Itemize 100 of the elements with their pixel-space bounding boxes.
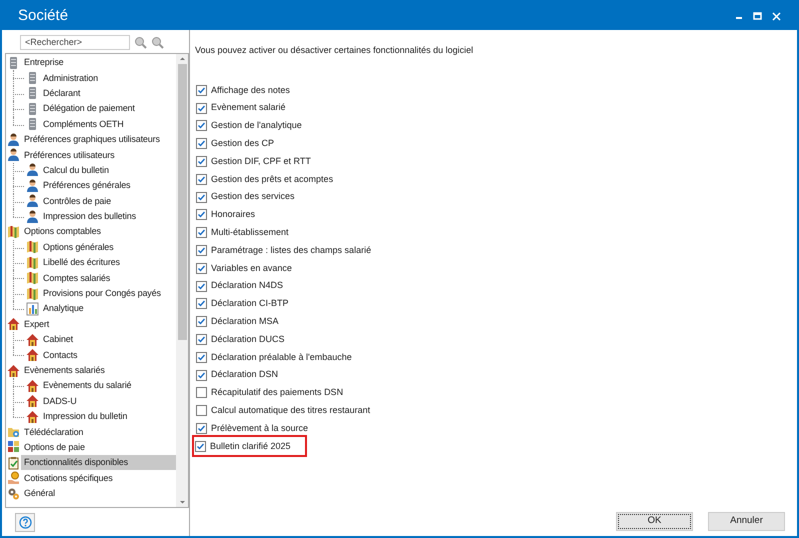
user-icon	[26, 163, 39, 178]
server-icon	[26, 117, 39, 132]
ok-button[interactable]: OK	[616, 512, 693, 530]
server-icon	[7, 56, 20, 70]
checkbox[interactable]	[196, 156, 207, 168]
feature-label: Déclaration N4DS	[211, 279, 284, 292]
tree-item[interactable]: Cabinet	[40, 332, 176, 348]
tree-item[interactable]: Expert	[21, 316, 176, 332]
tree-item[interactable]: Général	[21, 486, 176, 502]
checkbox[interactable]	[196, 192, 207, 203]
tree-item[interactable]: Préférences générales	[40, 178, 176, 194]
tree-item[interactable]: Libellé des écritures	[40, 255, 176, 270]
server-icon	[26, 86, 39, 100]
house-icon	[7, 317, 20, 332]
house-icon	[26, 394, 39, 408]
tree-item[interactable]: Impression des bulletins	[40, 209, 176, 224]
checkbox[interactable]	[196, 298, 207, 310]
checkbox[interactable]	[196, 209, 207, 220]
search-icon[interactable]	[151, 36, 164, 48]
tree-item[interactable]: Déclarant	[40, 86, 176, 101]
tree-item[interactable]: Entreprise	[21, 55, 176, 70]
feature-label: Paramétrage : listes des champs salarié	[211, 244, 372, 257]
checkbox[interactable]	[196, 334, 207, 346]
house-icon	[26, 378, 39, 393]
map-icon	[26, 271, 39, 286]
tree-item[interactable]: Contrôles de paie	[40, 194, 176, 209]
tree-item[interactable]: Options de paie	[21, 440, 176, 455]
checkbox[interactable]	[196, 280, 207, 292]
help-button[interactable]	[15, 512, 35, 532]
scrollbar[interactable]	[176, 54, 188, 507]
tree-item[interactable]: Compléments OETH	[40, 116, 176, 132]
checkbox[interactable]	[196, 227, 207, 238]
checkbox[interactable]	[196, 84, 207, 96]
tree-item[interactable]: Options générales	[40, 240, 176, 255]
server-icon	[26, 71, 39, 86]
checkbox[interactable]	[196, 120, 207, 132]
close-icon[interactable]	[772, 12, 781, 20]
checkbox[interactable]	[196, 370, 207, 381]
window-title: Société	[18, 6, 68, 26]
checkbox[interactable]	[196, 405, 207, 416]
cancel-button[interactable]: Annuler	[708, 512, 785, 530]
feature-label: Déclaration préalable à l'embauche	[211, 350, 352, 364]
checkbox[interactable]	[196, 262, 207, 274]
map-icon	[26, 286, 39, 301]
tree-item[interactable]: DADS-U	[40, 394, 176, 409]
user-icon	[26, 210, 39, 224]
feature-label: Affichage des notes	[211, 84, 290, 97]
tree-item[interactable]: Impression du bulletin	[40, 409, 176, 424]
maximize-icon[interactable]	[753, 12, 762, 20]
tree-item[interactable]: Analytique	[40, 301, 176, 316]
clipboard-check-icon	[7, 456, 20, 470]
feature-label: Bulletin clarifié 2025	[210, 440, 291, 453]
checkbox[interactable]	[195, 440, 206, 452]
map-icon	[26, 256, 39, 270]
tree-item[interactable]: Délégation de paiement	[40, 101, 176, 116]
checkbox[interactable]	[196, 316, 207, 328]
tree-item[interactable]: Calcul du bulletin	[40, 162, 176, 178]
feature-label: Calcul automatique des titres restaurant	[211, 404, 370, 417]
feature-label: Variables en avance	[211, 262, 292, 275]
house-icon	[26, 410, 39, 424]
tree-item[interactable]: Contacts	[40, 348, 176, 363]
feature-label: Gestion DIF, CPF et RTT	[211, 154, 311, 168]
server-icon	[26, 102, 39, 116]
search-field[interactable]: <Rechercher>	[20, 34, 130, 50]
tree-item[interactable]: Comptes salariés	[40, 270, 176, 286]
checkbox[interactable]	[196, 352, 207, 363]
bar-chart-icon	[26, 302, 39, 316]
checkbox[interactable]	[196, 387, 207, 398]
search-icon[interactable]	[134, 36, 147, 48]
feature-label: Gestion des CP	[211, 137, 274, 150]
tree-item[interactable]: Cotisations spécifiques	[21, 470, 176, 486]
user-icon	[7, 132, 20, 147]
tree-item[interactable]: Evènements du salarié	[40, 378, 176, 394]
checkbox[interactable]	[196, 138, 207, 150]
feature-label: Prélèvement à la source	[211, 422, 308, 435]
house-icon	[26, 332, 39, 347]
tree-item[interactable]: Options comptables	[21, 224, 176, 240]
intro-text: Vous pouvez activer ou désactiver certaines fonctionnalités du logiciel	[195, 44, 474, 57]
tree-item[interactable]: Fonctionnalités disponibles	[21, 455, 176, 470]
checkbox[interactable]	[196, 174, 207, 185]
feature-label: Déclaration CI-BTP	[211, 297, 289, 310]
tree-item[interactable]: Administration	[40, 70, 176, 86]
tree-item[interactable]: Provisions pour Congés payés	[40, 286, 176, 302]
tree-item[interactable]: Télédéclaration	[21, 424, 176, 440]
house-icon	[26, 348, 39, 362]
hand-coin-icon	[7, 471, 20, 486]
feature-label: Récapitulatif des paiements DSN	[211, 386, 344, 400]
checkbox[interactable]	[196, 423, 207, 434]
feature-label: Déclaration MSA	[211, 315, 279, 328]
house-icon	[7, 364, 20, 378]
feature-label: Déclaration DUCS	[211, 332, 285, 346]
tree-item[interactable]: Evènements salariés	[21, 363, 176, 378]
feature-label: Multi-établissement	[211, 226, 289, 240]
tree-item[interactable]: Préférences graphiques utilisateurs	[21, 132, 176, 148]
checkbox[interactable]	[196, 102, 207, 114]
checkbox[interactable]	[196, 245, 207, 256]
scroll-thumb[interactable]	[178, 64, 186, 340]
feature-label: Honoraires	[211, 208, 256, 222]
tree-item[interactable]: Préférences utilisateurs	[21, 148, 176, 163]
user-icon	[26, 194, 39, 208]
